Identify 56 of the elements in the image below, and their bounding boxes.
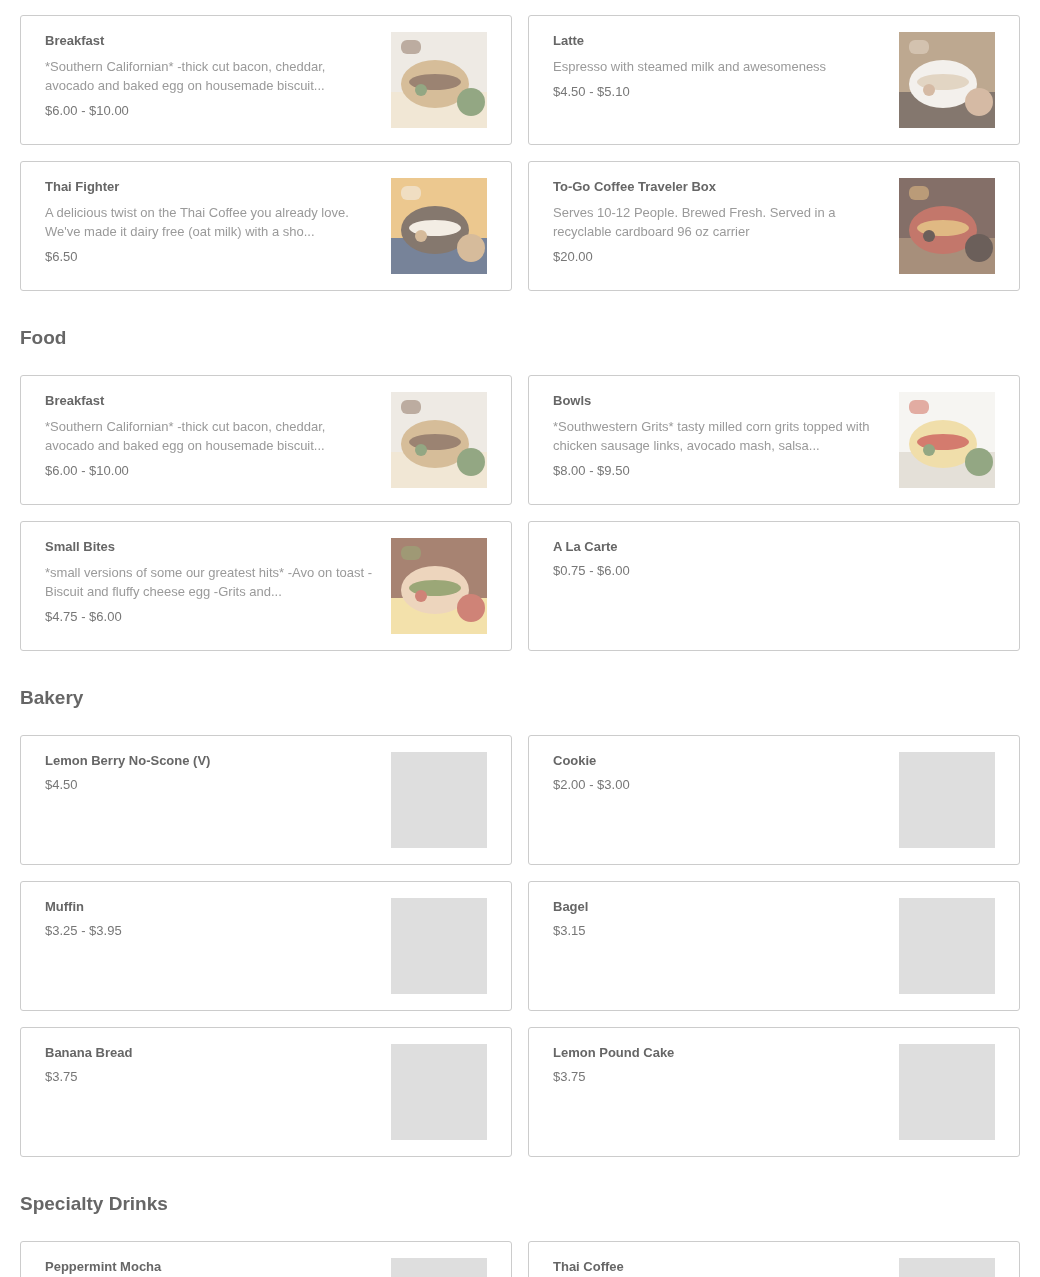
item-description: *Southern Californian* -thick cut bacon, cheddar, avocado and baked egg on housemade biscuit... (45, 58, 327, 95)
item-description: *Southwestern Grits* tasty milled corn grits topped with chicken sausage links, avocado mash, salsa... (553, 418, 871, 455)
item-price: $3.15 (553, 923, 587, 939)
menu-item-card[interactable]: Thai Fighter A delicious twist on the Thai Coffee you already love. We've made it dairy free (oat milk) with a sho... $6.50 (20, 161, 512, 291)
item-name: Bowls (553, 393, 593, 409)
item-price: $4.50 (45, 777, 79, 793)
menu-item-card[interactable]: Lemon Pound Cake $3.75 (528, 1027, 1020, 1157)
item-price: $6.00 - $10.00 (45, 463, 130, 479)
menu-item-card[interactable]: To-Go Coffee Traveler Box Serves 10-12 People. Brewed Fresh. Served in a recyclable cardboard 96 oz carrier $20.00 (528, 161, 1020, 291)
item-description: Serves 10-12 People. Brewed Fresh. Served in a recyclable cardboard 96 oz carrier (553, 204, 837, 241)
menu-item-card[interactable]: Lemon Berry No-Scone (V) $4.50 (20, 735, 512, 865)
item-description: A delicious twist on the Thai Coffee you already love. We've made it dairy free (oat milk) with a sho... (45, 204, 350, 241)
item-name: Bagel (553, 899, 590, 915)
item-price: $4.75 - $6.00 (45, 609, 123, 625)
item-name: Cookie (553, 753, 598, 769)
item-name: Thai Coffee (553, 1259, 625, 1275)
item-name: Latte (553, 33, 586, 49)
item-name: Lemon Berry No-Scone (V) (45, 753, 212, 769)
item-name: A La Carte (553, 539, 619, 555)
menu-item-card[interactable]: Banana Bread $3.75 (20, 1027, 512, 1157)
menu-item-card[interactable]: Bagel $3.15 (528, 881, 1020, 1011)
item-price: $6.00 - $10.00 (45, 103, 130, 119)
section-heading: Specialty Drinks (20, 1192, 169, 1216)
item-name: Breakfast (45, 393, 106, 409)
menu-item-card[interactable]: Thai Coffee (528, 1241, 1020, 1277)
item-name: Lemon Pound Cake (553, 1045, 676, 1061)
menu-item-card[interactable]: Peppermint Mocha (20, 1241, 512, 1277)
menu-item-card[interactable]: Muffin $3.25 - $3.95 (20, 881, 512, 1011)
item-description: *Southern Californian* -thick cut bacon, cheddar, avocado and baked egg on housemade biscuit... (45, 418, 327, 455)
menu-item-card[interactable]: Breakfast *Southern Californian* -thick cut bacon, cheddar, avocado and baked egg on housemade biscuit... $6.00 - $10.00 (20, 15, 512, 145)
item-price: $3.75 (553, 1069, 587, 1085)
item-name: To-Go Coffee Traveler Box (553, 179, 717, 195)
menu-item-card[interactable]: Latte Espresso with steamed milk and awesomeness $4.50 - $5.10 (528, 15, 1020, 145)
item-name: Peppermint Mocha (45, 1259, 163, 1275)
item-price: $4.50 - $5.10 (553, 84, 631, 100)
item-name: Muffin (45, 899, 85, 915)
item-price: $6.50 (45, 249, 79, 265)
menu-item-card[interactable]: Breakfast *Southern Californian* -thick cut bacon, cheddar, avocado and baked egg on housemade biscuit... $6.00 - $10.00 (20, 375, 512, 505)
item-name: Banana Bread (45, 1045, 134, 1061)
section-heading: Bakery (20, 686, 85, 710)
item-price: $20.00 (553, 249, 594, 265)
item-price: $8.00 - $9.50 (553, 463, 631, 479)
menu-item-card[interactable]: A La Carte $0.75 - $6.00 (528, 521, 1020, 651)
menu-item-card[interactable]: Small Bites *small versions of some our greatest hits* -Avo on toast -Biscuit and fluffy cheese egg -Grits and... $4.75 - $6.00 (20, 521, 512, 651)
item-price: $2.00 - $3.00 (553, 777, 631, 793)
menu-item-card[interactable]: Bowls *Southwestern Grits* tasty milled corn grits topped with chicken sausage links, avocado mash, salsa... $8.00 - $9.50 (528, 375, 1020, 505)
menu-item-card[interactable]: Cookie $2.00 - $3.00 (528, 735, 1020, 865)
item-description: Espresso with steamed milk and awesomeness (553, 58, 828, 76)
item-name: Breakfast (45, 33, 106, 49)
item-name: Small Bites (45, 539, 117, 555)
item-price: $0.75 - $6.00 (553, 563, 631, 579)
item-name: Thai Fighter (45, 179, 121, 195)
item-price: $3.25 - $3.95 (45, 923, 123, 939)
item-price: $3.75 (45, 1069, 79, 1085)
section-heading: Food (20, 326, 68, 350)
item-description: *small versions of some our greatest hits* -Avo on toast -Biscuit and fluffy cheese egg -Grits and... (45, 564, 373, 601)
